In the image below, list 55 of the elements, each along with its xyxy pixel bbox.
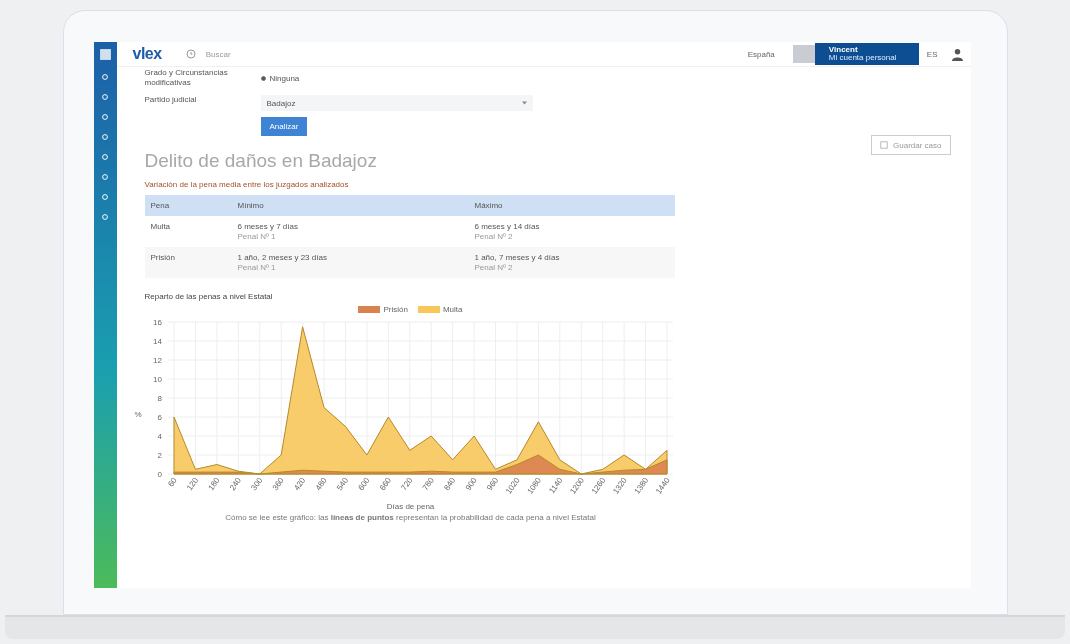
y-tick-label: 14 <box>152 337 162 346</box>
table-cell-text: 6 meses y 14 días <box>474 222 541 231</box>
y-tick-label: 12 <box>152 356 162 365</box>
y-axis-label: % <box>134 409 142 419</box>
x-tick-label: 120 <box>184 476 200 493</box>
field-label: Grado y Circunstancias modificativas <box>144 68 229 88</box>
page-title: Delito de daños en Badajoz <box>144 150 378 172</box>
x-tick-label: 240 <box>227 476 243 493</box>
legend-label: Prisión <box>383 305 408 314</box>
chart-footnote: Cómo se lee este gráfico: las líneas de puntos representan la probabilidad de cada pena a nivel Estatal <box>224 513 597 522</box>
x-axis-label: Días de pena <box>385 502 436 511</box>
table-cell-text: 1 año, 7 meses y 4 días <box>474 253 561 262</box>
court-label: Penal Nº 2 <box>474 263 514 272</box>
y-tick-label: 16 <box>152 318 162 327</box>
column-header: Máximo <box>468 195 675 216</box>
x-tick-label: 420 <box>291 476 307 493</box>
x-tick-label: 660 <box>377 476 393 493</box>
y-tick-label: 8 <box>157 394 162 403</box>
table-cell: Multa <box>150 222 171 231</box>
table-cell-text: 1 año, 2 meses y 23 días <box>237 253 328 262</box>
y-tick-label: 6 <box>157 413 162 422</box>
y-tick-label: 2 <box>157 451 162 460</box>
country-selector[interactable]: España <box>747 49 775 59</box>
x-tick-label: 180 <box>206 476 222 493</box>
column-header: Mínimo <box>231 195 469 216</box>
x-tick-label: 540 <box>334 476 350 493</box>
legend-label: Multa <box>442 305 463 314</box>
x-tick-label: 960 <box>484 476 500 493</box>
court-label: Penal Nº 2 <box>474 232 514 241</box>
table-cell-text: 6 meses y 7 días <box>237 222 299 231</box>
language-selector[interactable]: ES <box>926 49 938 59</box>
y-tick-label: 10 <box>152 375 162 384</box>
account-button[interactable]: Vincent Mi cuenta personal <box>814 43 919 65</box>
field-label: Partido judicial <box>144 95 198 105</box>
chart-heading: Reparto de las penas a nivel Estatal <box>144 292 274 301</box>
x-tick-label: 780 <box>420 476 436 493</box>
logo: vlex <box>132 45 162 63</box>
x-tick-label: 840 <box>441 476 457 493</box>
y-tick-label: 4 <box>157 432 162 441</box>
x-tick-label: 360 <box>270 476 286 493</box>
court-label: Penal Nº 1 <box>237 263 277 272</box>
x-tick-label: 60 <box>165 476 179 489</box>
select-field[interactable]: Badajoz <box>260 95 533 111</box>
analyze-button[interactable]: Analizar <box>260 117 308 136</box>
y-tick-label: 0 <box>157 470 162 479</box>
x-tick-label: 300 <box>248 476 264 493</box>
column-header: Pena <box>144 195 232 216</box>
x-tick-label: 480 <box>313 476 329 493</box>
table-caption: Variación de la pena media entre los juzgados analizados <box>144 180 350 189</box>
x-tick-label: 720 <box>399 476 415 493</box>
x-tick-label: 600 <box>356 476 372 493</box>
radio-option[interactable]: Ninguna <box>260 73 300 83</box>
x-tick-label: 900 <box>463 476 479 493</box>
court-label: Penal Nº 1 <box>237 232 277 241</box>
table-cell: Prisión <box>150 253 175 262</box>
